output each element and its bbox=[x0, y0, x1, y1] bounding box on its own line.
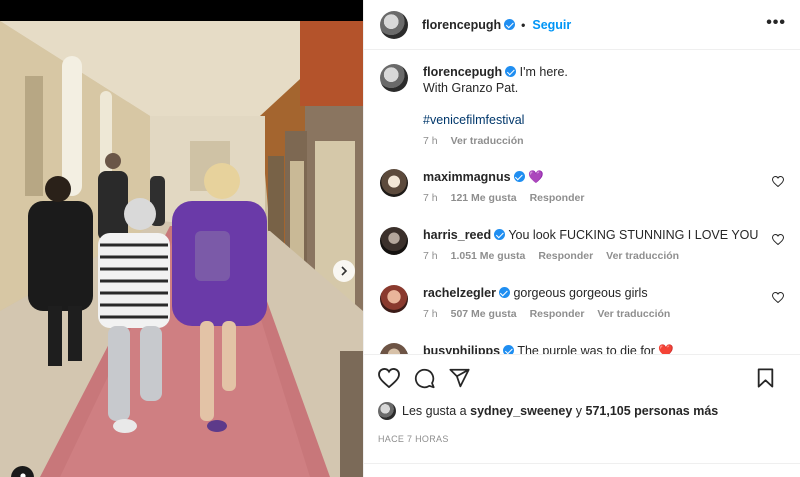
comment-item: rachelzegler gorgeous gorgeous girls 7 h… bbox=[380, 285, 784, 320]
verified-badge-icon bbox=[498, 287, 510, 298]
author-avatar[interactable] bbox=[380, 10, 408, 39]
commenter-username[interactable]: harris_reed bbox=[423, 228, 491, 242]
like-heart-icon[interactable] bbox=[378, 368, 400, 388]
liker-avatar[interactable] bbox=[378, 402, 396, 420]
commenter-username[interactable]: busyphilipps bbox=[423, 344, 500, 354]
post-photo[interactable] bbox=[0, 21, 363, 477]
chevron-right-icon bbox=[341, 266, 348, 276]
verified-badge-icon bbox=[513, 171, 525, 182]
header-separator: • bbox=[521, 17, 526, 32]
comment-likes[interactable]: 121 Me gusta bbox=[451, 192, 517, 204]
comment-text: gorgeous gorgeous girls bbox=[513, 286, 648, 300]
commenter-avatar[interactable] bbox=[380, 285, 408, 313]
see-translation-link[interactable]: Ver traducción bbox=[606, 250, 679, 262]
comments-list[interactable]: florencepugh I'm here. With Granzo Pat. … bbox=[364, 51, 800, 354]
reply-button[interactable]: Responder bbox=[530, 192, 585, 204]
comment-text: You look FUCKING STUNNING I LOVE YOU bbox=[508, 228, 759, 242]
share-paper-plane-icon[interactable] bbox=[449, 368, 470, 388]
comment-bubble-icon[interactable] bbox=[414, 368, 435, 389]
commenter-username[interactable]: maximmagnus bbox=[423, 170, 511, 184]
likes-count[interactable]: 571,105 personas más bbox=[586, 404, 719, 418]
comment-time[interactable]: 7 h bbox=[423, 192, 438, 204]
verified-badge-icon bbox=[494, 229, 506, 240]
post-header: florencepugh • Seguir ••• bbox=[364, 0, 800, 50]
comment-item: maximmagnus 💜 7 h 121 Me gusta Responder bbox=[380, 169, 784, 204]
likes-prefix: Les gusta a bbox=[402, 404, 467, 418]
heart-icon[interactable] bbox=[772, 176, 784, 187]
next-image-button[interactable] bbox=[333, 260, 355, 282]
commenter-avatar[interactable] bbox=[380, 227, 408, 255]
comment-item: harris_reed You look FUCKING STUNNING I … bbox=[380, 227, 784, 262]
commenter-avatar[interactable] bbox=[380, 343, 408, 354]
hallway-photo-image bbox=[0, 21, 363, 477]
reply-button[interactable]: Responder bbox=[530, 308, 585, 320]
more-options-icon[interactable]: ••• bbox=[766, 14, 786, 32]
caption-text-line2: With Granzo Pat. bbox=[423, 81, 519, 95]
person-icon bbox=[19, 472, 26, 477]
post-timestamp[interactable]: HACE 7 HORAS bbox=[378, 434, 786, 444]
caption-text-line1: I'm here. bbox=[519, 65, 568, 79]
likes-joiner: y bbox=[575, 404, 583, 418]
see-translation-link[interactable]: Ver traducción bbox=[597, 308, 670, 320]
author-username[interactable]: florencepugh bbox=[422, 18, 501, 32]
add-comment-bar[interactable] bbox=[364, 463, 800, 477]
see-translation-link[interactable]: Ver traducción bbox=[451, 135, 524, 147]
comment-text: 💜 bbox=[528, 170, 544, 184]
hashtag-link[interactable]: #venicefilmfestival bbox=[423, 113, 524, 127]
reply-button[interactable]: Responder bbox=[538, 250, 593, 262]
verified-badge-icon bbox=[505, 66, 517, 77]
follow-button[interactable]: Seguir bbox=[532, 18, 571, 32]
post-details-panel: florencepugh • Seguir ••• florencepugh I… bbox=[363, 0, 800, 477]
comment-time[interactable]: 7 h bbox=[423, 308, 438, 320]
verified-badge-icon bbox=[503, 345, 515, 354]
author-avatar[interactable] bbox=[380, 64, 408, 92]
post-actions: Les gusta a sydney_sweeney y 571,105 per… bbox=[364, 354, 800, 444]
comment-likes[interactable]: 507 Me gusta bbox=[451, 308, 517, 320]
save-bookmark-icon[interactable] bbox=[757, 368, 774, 388]
heart-icon[interactable] bbox=[772, 292, 784, 303]
verified-badge-icon bbox=[504, 19, 516, 30]
heart-icon[interactable] bbox=[772, 234, 784, 245]
liker-username[interactable]: sydney_sweeney bbox=[470, 404, 572, 418]
likes-summary: Les gusta a sydney_sweeney y 571,105 per… bbox=[378, 402, 786, 420]
commenter-avatar[interactable] bbox=[380, 169, 408, 197]
comment-item: busyphilipps The purple was to die for ❤… bbox=[380, 343, 784, 354]
comment-time[interactable]: 7 h bbox=[423, 250, 438, 262]
comment-likes[interactable]: 1.051 Me gusta bbox=[451, 250, 526, 262]
commenter-username[interactable]: rachelzegler bbox=[423, 286, 496, 300]
comment-text: The purple was to die for ❤️ bbox=[517, 344, 674, 354]
caption-username[interactable]: florencepugh bbox=[423, 65, 502, 79]
caption-time[interactable]: 7 h bbox=[423, 135, 438, 147]
post-caption: florencepugh I'm here. With Granzo Pat. … bbox=[380, 64, 784, 147]
